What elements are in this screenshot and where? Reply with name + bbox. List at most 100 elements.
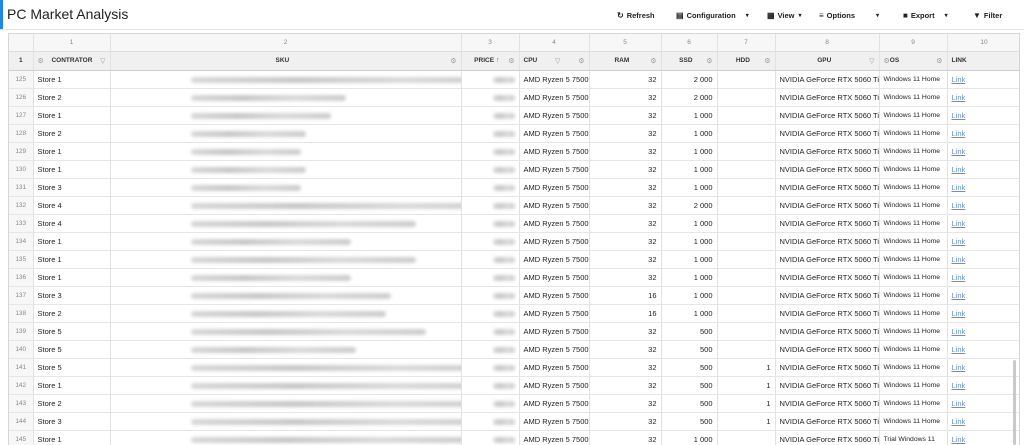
refresh-button[interactable]: ↻ Refresh [617,8,655,22]
link-anchor[interactable]: Link [952,237,966,246]
column-header-cpu[interactable]: CPU ▽ ⚙ [519,51,590,71]
os-cell[interactable]: Windows 11 Home [879,178,948,197]
os-cell[interactable]: Windows 11 Home [879,286,948,305]
ram-cell[interactable]: 32 [589,412,662,431]
contrator-cell[interactable]: Store 4 [33,214,111,233]
hdd-cell[interactable] [717,232,776,251]
ram-cell[interactable]: 32 [589,88,662,107]
sku-cell[interactable] [110,106,462,125]
link-anchor[interactable]: Link [952,255,966,264]
ram-cell[interactable]: 32 [589,196,662,215]
hdd-cell[interactable]: 1 [717,394,776,413]
price-cell[interactable] [461,322,520,341]
sku-cell[interactable] [110,340,462,359]
table-row[interactable]: 135 Store 1 AMD Ryzen 5 7500F 32 1 000 NVIDIA… [9,250,1019,269]
gpu-cell[interactable]: NVIDIA GeForce RTX 5060 Ti [775,70,880,89]
ram-cell[interactable]: 16 [589,286,662,305]
gpu-cell[interactable]: NVIDIA GeForce RTX 5060 Ti [775,394,880,413]
gpu-cell[interactable]: NVIDIA GeForce RTX 5060 Ti [775,286,880,305]
ssd-cell[interactable]: 2 000 [661,196,718,215]
table-row[interactable]: 134 Store 1 AMD Ryzen 5 7500F 32 1 000 NVIDIA… [9,232,1019,251]
table-row[interactable]: 138 Store 2 AMD Ryzen 5 7500F 16 1 000 NVIDIA… [9,304,1019,323]
cpu-cell[interactable]: AMD Ryzen 5 7500F [519,142,590,161]
cpu-cell[interactable]: AMD Ryzen 5 7500F [519,412,590,431]
table-row[interactable]: 130 Store 1 AMD Ryzen 5 7500F 32 1 000 NVIDIA… [9,160,1019,179]
contrator-cell[interactable]: Store 4 [33,196,111,215]
hdd-cell[interactable] [717,70,776,89]
price-cell[interactable] [461,124,520,143]
cpu-cell[interactable]: AMD Ryzen 5 7500F [519,268,590,287]
link-anchor[interactable]: Link [952,363,966,372]
contrator-cell[interactable]: Store 1 [33,106,111,125]
gear-icon[interactable]: ⚙ [764,57,770,65]
ram-cell[interactable]: 32 [589,124,662,143]
link-anchor[interactable]: Link [952,327,966,336]
price-cell[interactable] [461,340,520,359]
cpu-cell[interactable]: AMD Ryzen 5 7500F [519,286,590,305]
os-cell[interactable]: Windows 11 Home [879,214,948,233]
cpu-cell[interactable]: AMD Ryzen 5 7500F [519,394,590,413]
link-anchor[interactable]: Link [952,273,966,282]
gpu-cell[interactable]: NVIDIA GeForce RTX 5060 Ti [775,142,880,161]
hdd-cell[interactable] [717,214,776,233]
gpu-cell[interactable]: NVIDIA GeForce RTX 5060 Ti [775,268,880,287]
contrator-cell[interactable]: Store 1 [33,376,111,395]
cpu-cell[interactable]: AMD Ryzen 5 7500F [519,124,590,143]
sku-cell[interactable] [110,178,462,197]
price-cell[interactable] [461,196,520,215]
ssd-cell[interactable]: 1 000 [661,250,718,269]
price-cell[interactable] [461,286,520,305]
contrator-cell[interactable]: Store 3 [33,178,111,197]
export-button[interactable]: ■ Export ▾ [903,8,948,22]
column-header-ssd[interactable]: SSD ⚙ [661,51,718,71]
gpu-cell[interactable]: NVIDIA GeForce RTX 5060 Ti [775,178,880,197]
contrator-cell[interactable]: Store 2 [33,304,111,323]
link-anchor[interactable]: Link [952,381,966,390]
hdd-cell[interactable] [717,106,776,125]
ssd-cell[interactable]: 1 000 [661,286,718,305]
hdd-cell[interactable] [717,340,776,359]
hdd-cell[interactable] [717,268,776,287]
link-anchor[interactable]: Link [952,129,966,138]
sku-cell[interactable] [110,358,462,377]
link-anchor[interactable]: Link [952,183,966,192]
column-header-os[interactable]: ⚙ OS ⚙ [879,51,948,71]
contrator-cell[interactable]: Store 1 [33,160,111,179]
contrator-cell[interactable]: Store 2 [33,394,111,413]
cpu-cell[interactable]: AMD Ryzen 5 7500F [519,70,590,89]
price-cell[interactable] [461,214,520,233]
ram-cell[interactable]: 32 [589,268,662,287]
column-header-price[interactable]: PRICE ↑ ⚙ [461,51,520,71]
gpu-cell[interactable]: NVIDIA GeForce RTX 5060 Ti [775,196,880,215]
cpu-cell[interactable]: AMD Ryzen 5 7500F [519,340,590,359]
gpu-cell[interactable]: NVIDIA GeForce RTX 5060 Ti [775,232,880,251]
price-cell[interactable] [461,250,520,269]
price-cell[interactable] [461,232,520,251]
sku-cell[interactable] [110,214,462,233]
gpu-cell[interactable]: NVIDIA GeForce RTX 5060 Ti [775,322,880,341]
table-row[interactable]: 143 Store 2 AMD Ryzen 5 7500F 32 500 1 NVIDIA … [9,394,1019,413]
os-cell[interactable]: Windows 11 Home [879,88,948,107]
os-cell[interactable]: Windows 11 Home [879,142,948,161]
ram-cell[interactable]: 32 [589,178,662,197]
os-cell[interactable]: Windows 11 Home [879,412,948,431]
os-cell[interactable]: Windows 11 Home [879,70,948,89]
ram-cell[interactable]: 32 [589,250,662,269]
vertical-scrollbar[interactable] [1013,360,1016,445]
sku-cell[interactable] [110,88,462,107]
ssd-cell[interactable]: 1 000 [661,304,718,323]
cpu-cell[interactable]: AMD Ryzen 5 7500F [519,88,590,107]
column-header-link[interactable]: LINK [947,51,1019,71]
table-row[interactable]: 136 Store 1 AMD Ryzen 5 7500F 32 1 000 NVIDIA… [9,268,1019,287]
os-cell[interactable]: Windows 11 Home [879,250,948,269]
contrator-cell[interactable]: Store 2 [33,124,111,143]
ssd-cell[interactable]: 1 000 [661,160,718,179]
contrator-cell[interactable]: Store 2 [33,88,111,107]
gpu-cell[interactable]: NVIDIA GeForce RTX 5060 Ti [775,106,880,125]
ssd-cell[interactable]: 1 000 [661,142,718,161]
ram-cell[interactable]: 32 [589,232,662,251]
column-header-sku[interactable]: SKU ⚙ [110,51,462,71]
price-cell[interactable] [461,268,520,287]
contrator-cell[interactable]: Store 3 [33,412,111,431]
os-cell[interactable]: Windows 11 Home [879,304,948,323]
